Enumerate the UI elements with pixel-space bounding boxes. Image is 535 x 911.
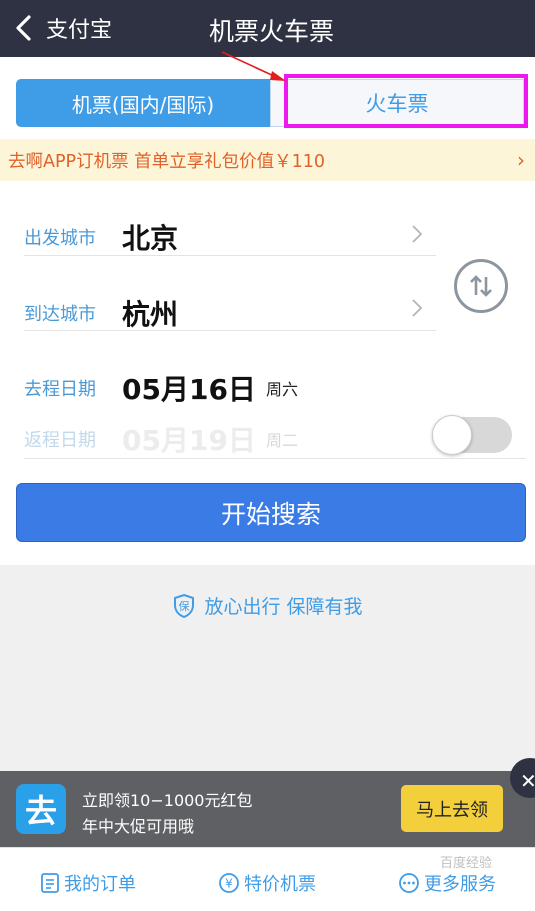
depart-city-label: 出发城市 [24, 228, 96, 249]
slogan-text: 放心出行 保障有我 [204, 596, 363, 618]
yuan-circle-icon: ¥ [219, 873, 239, 893]
svg-text:保: 保 [179, 599, 190, 613]
chevron-right-icon [412, 299, 423, 317]
go-date-value: 05月16日 [122, 373, 256, 406]
my-orders-label: 我的订单 [64, 874, 136, 895]
promo-text: 去啊APP订机票 首单立享礼包价值￥110 [8, 151, 326, 172]
more-services-button[interactable]: 更多服务 [398, 870, 496, 896]
svg-text:¥: ¥ [225, 877, 233, 891]
return-date-row[interactable]: 返程日期 05月19日 周二 [24, 419, 298, 459]
chevron-right-icon: › [517, 148, 525, 172]
divider [24, 255, 436, 256]
top-navbar: 支付宝 机票火车票 [0, 0, 535, 57]
more-dots-icon [399, 873, 419, 893]
ad-claim-button[interactable]: 马上去领 [401, 785, 503, 832]
promo-banner[interactable]: 去啊APP订机票 首单立享礼包价值￥110 › [0, 139, 535, 181]
search-form: 出发城市 北京 到达城市 杭州 去程日期 05月16日 周六 返程日期 05月1… [0, 181, 535, 565]
deal-flights-label: 特价机票 [244, 874, 316, 895]
ticket-type-tabs: 机票(国内/国际) 火车票 [0, 57, 535, 139]
swap-cities-button[interactable] [454, 259, 508, 313]
ad-banner[interactable]: 去 立即领10−1000元红包 年中大促可用哦 马上去领 [0, 771, 535, 847]
ad-line-2: 年中大促可用哦 [82, 817, 195, 836]
arrive-city-label: 到达城市 [24, 304, 96, 325]
go-weekday: 周六 [265, 380, 298, 399]
guarantee-slogan: 保 放心出行 保障有我 [0, 592, 535, 619]
search-button[interactable]: 开始搜索 [16, 483, 526, 542]
bottom-bar: 我的订单 ¥ 特价机票 更多服务 [0, 847, 535, 911]
swap-arrows-icon [470, 275, 492, 297]
tab-flight[interactable]: 机票(国内/国际) [16, 79, 270, 127]
deal-flights-button[interactable]: ¥ 特价机票 [218, 870, 316, 896]
go-date-row[interactable]: 去程日期 05月16日 周六 [24, 368, 298, 408]
arrive-city-value: 杭州 [122, 298, 179, 331]
return-date-value: 05月19日 [122, 424, 256, 457]
ad-line-1: 立即领10−1000元红包 [82, 791, 253, 810]
divider [24, 458, 526, 459]
my-orders-button[interactable]: 我的订单 [40, 870, 136, 896]
arrive-city-row[interactable]: 到达城市 杭州 [24, 293, 178, 333]
divider [24, 330, 436, 331]
more-services-label: 更多服务 [424, 874, 496, 895]
round-trip-toggle[interactable] [432, 415, 512, 455]
shield-icon: 保 [174, 593, 195, 618]
depart-city-row[interactable]: 出发城市 北京 [24, 217, 178, 257]
depart-city-value: 北京 [122, 222, 179, 255]
chevron-right-icon [412, 225, 423, 243]
document-icon [41, 873, 59, 893]
go-date-label: 去程日期 [24, 379, 96, 400]
return-weekday: 周二 [265, 431, 298, 450]
close-icon: ✕ [520, 769, 535, 793]
tab-train[interactable]: 火车票 [270, 79, 524, 127]
app-logo-icon: 去 [16, 784, 66, 834]
toggle-knob [432, 415, 472, 455]
page-title: 机票火车票 [208, 17, 334, 46]
return-date-label: 返程日期 [24, 430, 96, 451]
